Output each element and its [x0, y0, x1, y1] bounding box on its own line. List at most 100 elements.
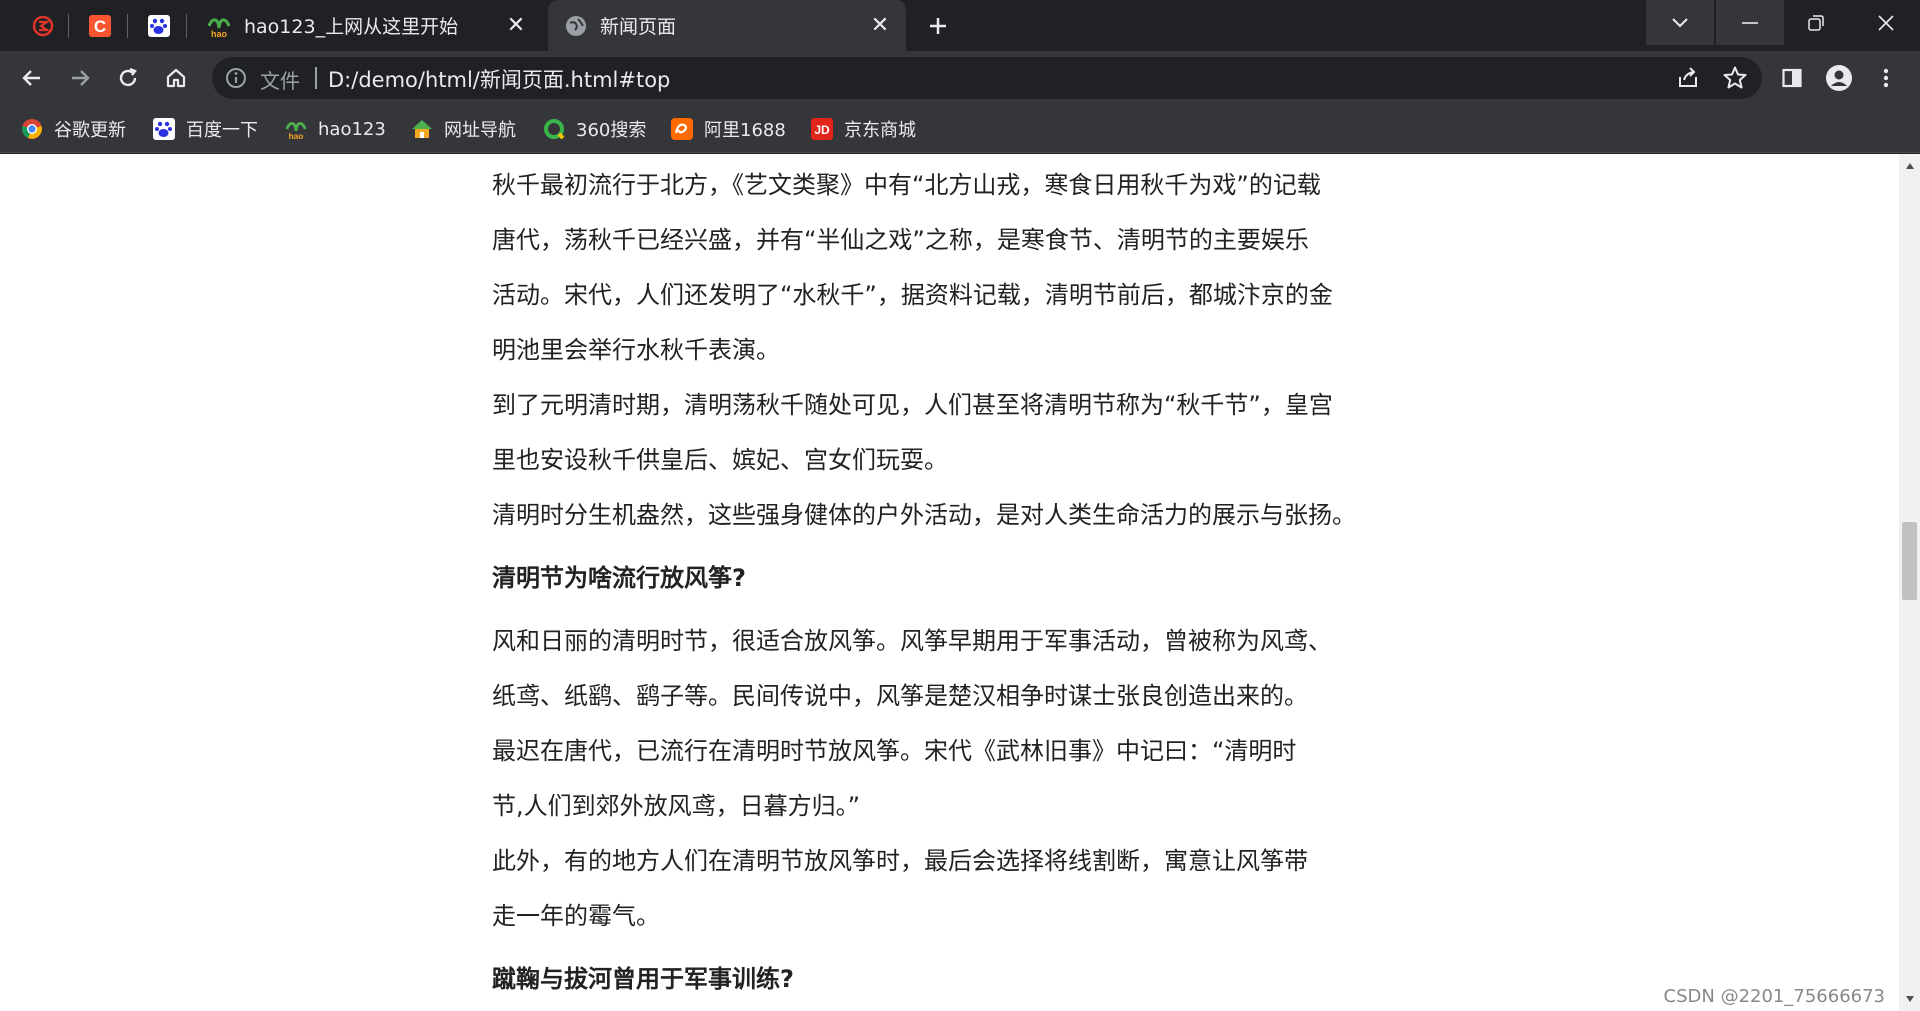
profile-icon: [1826, 65, 1852, 91]
svg-text:hao: hao: [211, 29, 228, 38]
bookmark-item[interactable]: 百度一下: [152, 114, 258, 144]
restore-button[interactable]: [1782, 0, 1850, 45]
tab-title: 新闻页面: [600, 16, 677, 38]
pinned-tab-baidu[interactable]: [142, 9, 176, 43]
tab-separator: [127, 14, 128, 38]
article-line: 里也安设秋千供皇后、嫔妃、宫女们玩耍。: [492, 446, 948, 474]
c-orange-icon: C: [89, 15, 111, 37]
tab-strip: C hao hao123_上网从这里开始 ✕ 新闻页面 ✕: [0, 0, 1920, 51]
close-icon: ✕: [870, 13, 890, 38]
side-panel-icon: [1782, 68, 1802, 88]
scroll-up-button[interactable]: [1899, 158, 1920, 174]
tab-separator: [68, 14, 69, 38]
tab-close-button[interactable]: ✕: [868, 13, 892, 38]
bookmark-item[interactable]: 阿里1688: [670, 114, 786, 144]
search-360-icon: [544, 119, 565, 140]
forward-button[interactable]: [62, 60, 98, 96]
triangle-down-icon: [1905, 996, 1914, 1002]
baidu-paw-icon: [148, 15, 170, 37]
menu-button[interactable]: [1868, 60, 1904, 96]
article-line: 节,人们到郊外放风鸢，日暮方归。”: [492, 792, 861, 820]
pinned-tab-c[interactable]: C: [83, 9, 117, 43]
side-panel-button[interactable]: [1774, 60, 1810, 96]
bookmarks-bar: 谷歌更新 百度一下 hao hao123 网址导航 360搜索 阿里1688 J…: [0, 105, 1920, 153]
article-line: 最迟在唐代，已流行在清明时节放风筝。宋代《武林旧事》中记曰：“清明时: [492, 737, 1297, 765]
page-viewport: 秋千最初流行于北方，《艺文类聚》中有“北方山戎，寒食日用秋千为戏”的记载 唐代，…: [0, 154, 1899, 1011]
hao123-icon: hao: [285, 121, 307, 141]
minimize-button[interactable]: [1716, 0, 1784, 45]
article-line: 到了元明清时期，清明荡秋千随处可见，人们甚至将清明节称为“秋千节”，皇宫: [492, 391, 1333, 419]
close-icon: ✕: [506, 13, 526, 38]
baidu-paw-icon: [153, 118, 175, 140]
bookmark-label: 谷歌更新: [54, 120, 126, 141]
svg-text:JD: JD: [814, 123, 830, 137]
tab-search-icon: [1672, 17, 1688, 27]
bookmark-item[interactable]: hao hao123: [284, 114, 386, 144]
svg-text:C: C: [94, 17, 106, 36]
house-icon: [412, 120, 432, 138]
new-tab-button[interactable]: [922, 11, 954, 41]
article-line: 风和日丽的清明时节，很适合放风筝。风筝早期用于军事活动，曾被称为风鸢、: [492, 627, 1332, 655]
scroll-down-button[interactable]: [1899, 991, 1920, 1007]
home-icon: [166, 68, 186, 88]
window-close-button[interactable]: [1852, 0, 1920, 45]
arrow-left-icon: [22, 70, 40, 86]
address-bar[interactable]: 文件 D:/demo/html/新闻页面.html#top: [212, 57, 1762, 99]
tab-news-page[interactable]: 新闻页面 ✕: [548, 0, 906, 51]
csdn-red-icon: [32, 15, 54, 37]
jd-icon: JD: [811, 118, 833, 140]
info-icon[interactable]: [224, 66, 248, 90]
tab-hao123[interactable]: hao hao123_上网从这里开始 ✕: [190, 0, 542, 51]
home-button[interactable]: [158, 60, 194, 96]
more-vertical-icon: [1883, 68, 1889, 88]
bookmark-label: 网址导航: [444, 120, 516, 141]
vertical-scrollbar[interactable]: [1899, 154, 1920, 1011]
restore-icon: [1808, 14, 1824, 31]
article-line: 清明时分生机盎然，这些强身健体的户外活动，是对人类生命活力的展示与张扬。: [492, 501, 1356, 529]
bookmark-label: hao123: [318, 118, 386, 140]
article-line: 纸鸢、纸鹞、鹞子等。民间传说中，风筝是楚汉相争时谋士张良创造出来的。: [492, 682, 1308, 710]
browser-window: C hao hao123_上网从这里开始 ✕ 新闻页面 ✕ 文件 D:/demo…: [0, 0, 1920, 1011]
plus-icon: [930, 18, 946, 34]
scrollbar-thumb[interactable]: [1902, 521, 1917, 600]
minimize-icon: [1742, 21, 1758, 24]
bookmark-item[interactable]: 谷歌更新: [20, 114, 126, 144]
article-line: 此外，有的地方人们在清明节放风筝时，最后会选择将线割断，寓意让风筝带: [492, 847, 1308, 875]
article-line: 唐代，荡秋千已经兴盛，并有“半仙之戏”之称，是寒食节、清明节的主要娱乐: [492, 226, 1309, 254]
watermark: CSDN @2201_75666673: [1663, 986, 1885, 1007]
reload-button[interactable]: [110, 60, 146, 96]
reload-icon: [119, 67, 137, 87]
alibaba-icon: [671, 118, 693, 140]
tab-search-button[interactable]: [1646, 0, 1714, 45]
bookmark-label: 百度一下: [186, 120, 258, 141]
bookmark-item[interactable]: 网址导航: [410, 114, 516, 144]
hao123-icon: hao: [207, 17, 231, 38]
profile-button[interactable]: [1821, 60, 1857, 96]
url-text[interactable]: D:/demo/html/新闻页面.html#top: [328, 64, 670, 94]
bookmark-label: 京东商城: [844, 120, 916, 141]
back-button[interactable]: [14, 60, 50, 96]
article-line: 走一年的霉气。: [492, 902, 660, 930]
section-heading: 清明节为啥流行放风筝?: [492, 564, 746, 592]
scheme-label: 文件: [260, 69, 300, 93]
share-icon[interactable]: [1675, 65, 1701, 91]
tab-separator: [186, 14, 187, 38]
article-line: 秋千最初流行于北方，《艺文类聚》中有“北方山戎，寒食日用秋千为戏”的记载: [492, 171, 1321, 199]
chrome-icon: [22, 119, 42, 139]
pinned-tab-csdn[interactable]: [26, 9, 60, 43]
toolbar: 文件 D:/demo/html/新闻页面.html#top: [0, 51, 1920, 105]
tab-close-button[interactable]: ✕: [504, 13, 528, 38]
bookmark-item[interactable]: 360搜索: [542, 114, 646, 144]
arrow-right-icon: [72, 70, 90, 86]
close-icon: [1878, 14, 1894, 31]
article-body: 秋千最初流行于北方，《艺文类聚》中有“北方山戎，寒食日用秋千为戏”的记载 唐代，…: [492, 158, 1372, 1011]
globe-icon: [566, 15, 586, 36]
tab-title: hao123_上网从这里开始: [244, 16, 459, 38]
svg-text:hao: hao: [289, 131, 304, 141]
star-icon[interactable]: [1722, 65, 1748, 91]
triangle-up-icon: [1905, 163, 1914, 169]
article-line: 活动。宋代，人们还发明了“水秋千”，据资料记载，清明节前后，都城汴京的金: [492, 281, 1333, 309]
section-heading: 蹴鞠与拔河曾用于军事训练?: [492, 965, 794, 993]
bookmark-item[interactable]: JD 京东商城: [810, 114, 916, 144]
article-line: 明池里会举行水秋千表演。: [492, 336, 780, 364]
